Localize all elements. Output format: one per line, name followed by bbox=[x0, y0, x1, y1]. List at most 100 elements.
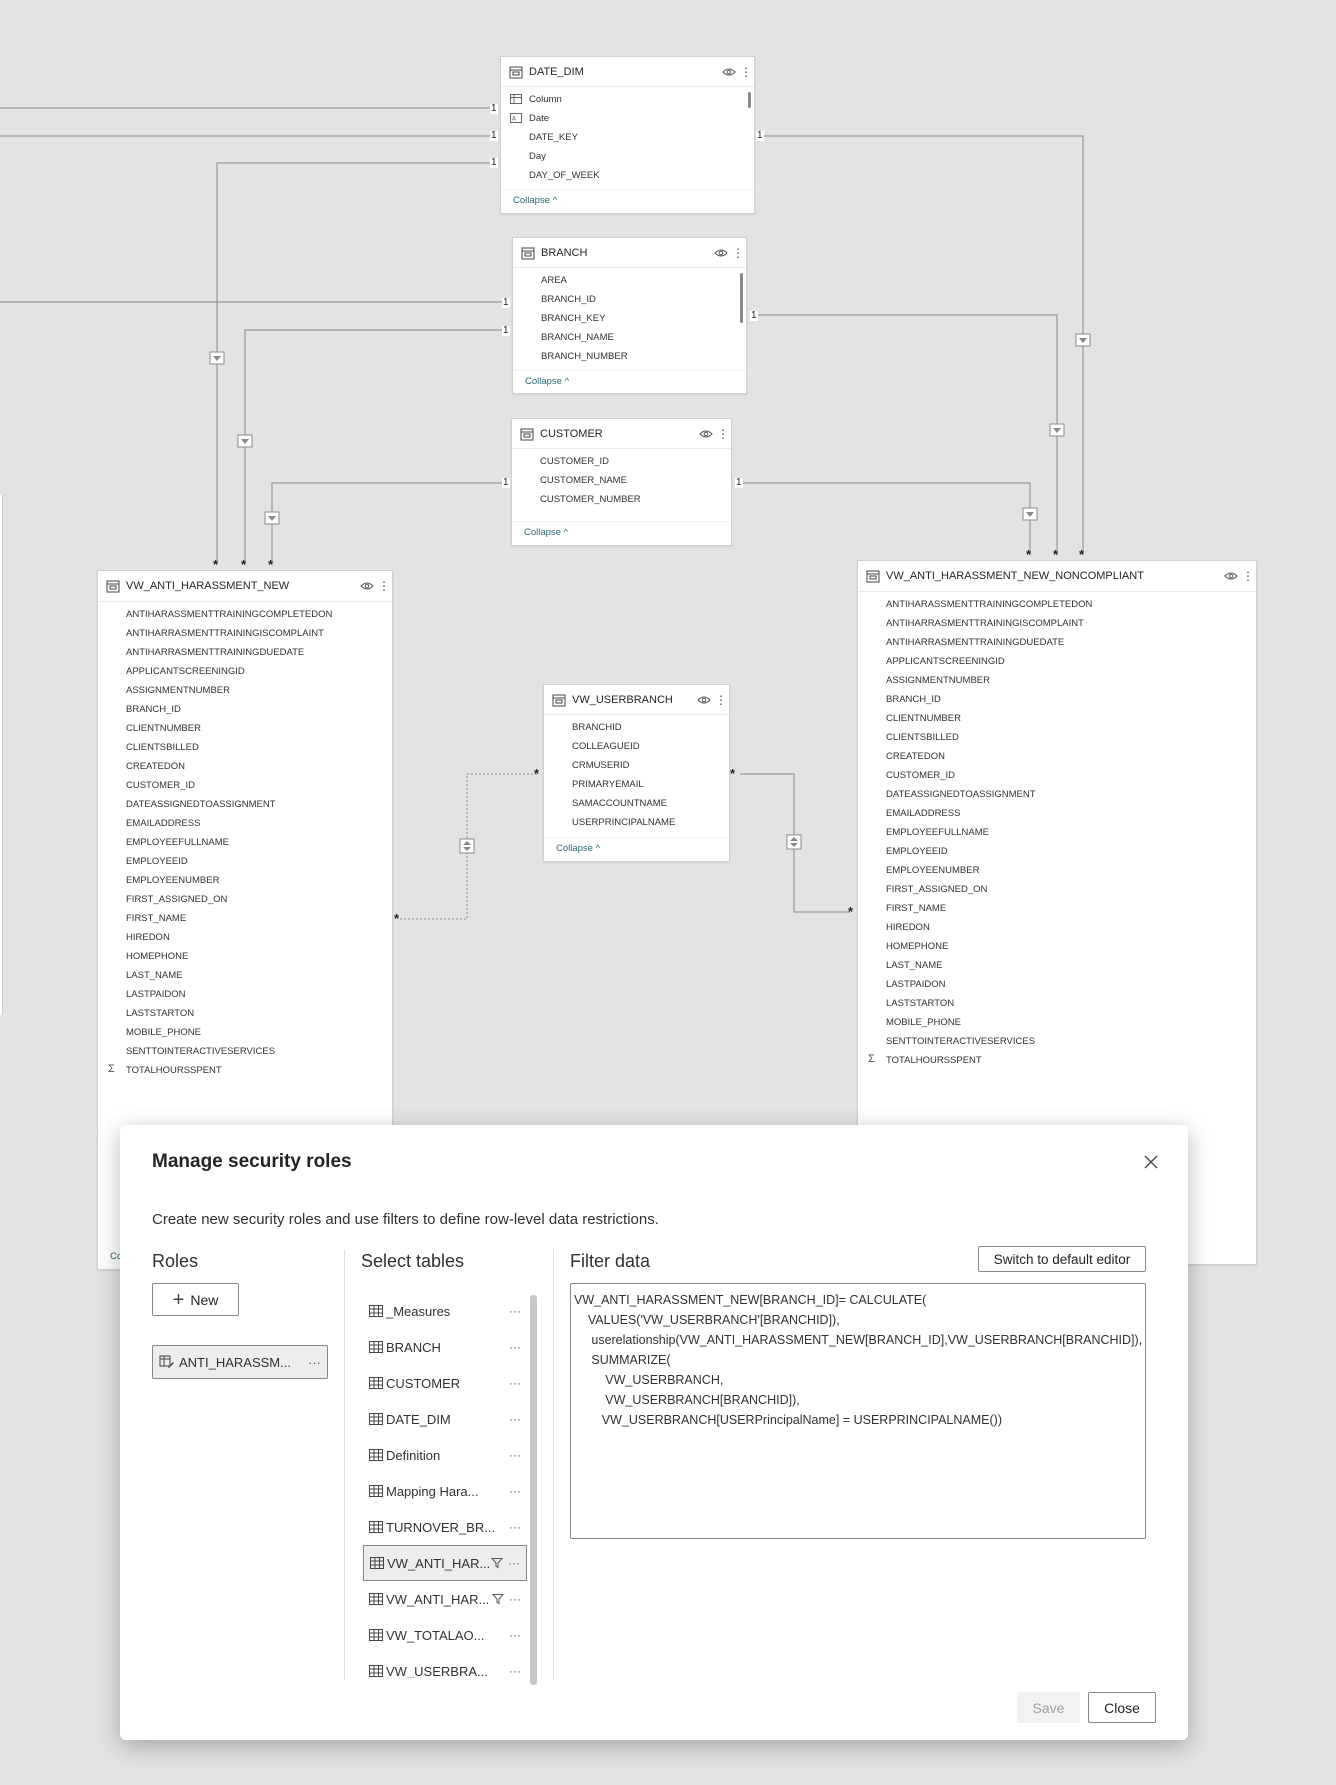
more-options-icon[interactable]: ··· bbox=[507, 1628, 521, 1642]
field-item[interactable]: BRANCH_KEY bbox=[513, 309, 746, 328]
field-item[interactable]: MOBILE_PHONE bbox=[858, 1013, 1256, 1032]
field-item[interactable]: CUSTOMER_NAME bbox=[512, 471, 731, 490]
field-item[interactable]: COLLEAGUEID bbox=[544, 737, 729, 756]
table-card-header[interactable]: BRANCH ⋮ bbox=[513, 238, 746, 268]
field-item[interactable]: EMPLOYEEFULLNAME bbox=[858, 823, 1256, 842]
field-item[interactable]: LASTSTARTON bbox=[98, 1004, 392, 1023]
table-card-header[interactable]: CUSTOMER ⋮ bbox=[512, 419, 731, 449]
field-item[interactable]: BRANCH_NAME bbox=[513, 328, 746, 347]
field-item[interactable]: ANTIHARASSMENTTRAININGCOMPLETEDON bbox=[858, 595, 1256, 614]
field-item[interactable]: BRANCH_ID bbox=[513, 290, 746, 309]
field-item[interactable]: FIRST_ASSIGNED_ON bbox=[98, 890, 392, 909]
switch-to-default-editor-button[interactable]: Switch to default editor bbox=[978, 1246, 1146, 1272]
more-options-icon[interactable]: ⋮ bbox=[717, 428, 729, 440]
field-item[interactable]: EMPLOYEEID bbox=[858, 842, 1256, 861]
close-icon[interactable] bbox=[1142, 1153, 1160, 1171]
field-item[interactable]: Σ TOTALHOURSSPENT bbox=[858, 1051, 1256, 1070]
field-item[interactable]: ANTIHARRASMENTTRAININGDUEDATE bbox=[858, 633, 1256, 652]
table-card-date-dim[interactable]: DATE_DIM ⋮ Column A Date DATE_KEY Day DA… bbox=[500, 56, 755, 214]
field-item[interactable]: HIREDON bbox=[98, 928, 392, 947]
field-item[interactable]: EMPLOYEENUMBER bbox=[858, 861, 1256, 880]
field-item[interactable]: SAMACCOUNTNAME bbox=[544, 794, 729, 813]
table-list-item[interactable]: Mapping Hara... ··· bbox=[363, 1473, 527, 1509]
more-options-icon[interactable]: ··· bbox=[507, 1412, 521, 1426]
collapse-link[interactable]: Collapse ^ bbox=[544, 837, 729, 859]
more-options-icon[interactable]: ··· bbox=[507, 1304, 521, 1318]
more-options-icon[interactable]: ⋮ bbox=[732, 247, 744, 259]
scrollbar[interactable] bbox=[530, 1295, 537, 1685]
collapse-link[interactable]: Collapse ^ bbox=[512, 521, 731, 543]
visibility-icon[interactable] bbox=[697, 695, 711, 705]
visibility-icon[interactable] bbox=[722, 67, 736, 77]
field-item[interactable]: FIRST_ASSIGNED_ON bbox=[858, 880, 1256, 899]
table-card-customer[interactable]: CUSTOMER ⋮ CUSTOMER_ID CUSTOMER_NAME CUS… bbox=[511, 418, 732, 546]
field-item[interactable]: FIRST_NAME bbox=[858, 899, 1256, 918]
field-item[interactable]: ASSIGNMENTNUMBER bbox=[858, 671, 1256, 690]
field-item[interactable]: EMAILADDRESS bbox=[98, 814, 392, 833]
more-options-icon[interactable]: ··· bbox=[507, 1448, 521, 1462]
more-options-icon[interactable]: ⋮ bbox=[1242, 570, 1254, 582]
model-canvas[interactable]: DATE_DIM ⋮ Column A Date DATE_KEY Day DA… bbox=[0, 0, 1336, 1785]
field-item[interactable]: ANTIHARRASMENTTRAININGDUEDATE bbox=[98, 643, 392, 662]
table-list-item[interactable]: VW_ANTI_HAR... ··· bbox=[363, 1581, 527, 1617]
more-options-icon[interactable]: ··· bbox=[507, 1340, 521, 1354]
field-item[interactable]: Σ TOTALHOURSSPENT bbox=[98, 1061, 392, 1080]
more-options-icon[interactable]: ··· bbox=[308, 1355, 321, 1370]
field-item[interactable]: HOMEPHONE bbox=[858, 937, 1256, 956]
field-item[interactable]: CREATEDON bbox=[98, 757, 392, 776]
visibility-icon[interactable] bbox=[360, 581, 374, 591]
more-options-icon[interactable]: ··· bbox=[507, 1592, 521, 1606]
collapse-link[interactable]: Collapse ^ bbox=[513, 370, 746, 392]
field-item[interactable]: HIREDON bbox=[858, 918, 1256, 937]
table-list-item[interactable]: DATE_DIM ··· bbox=[363, 1401, 527, 1437]
table-list-item[interactable]: VW_USERBRA... ··· bbox=[363, 1653, 527, 1678]
field-item[interactable]: ASSIGNMENTNUMBER bbox=[98, 681, 392, 700]
more-options-icon[interactable]: ··· bbox=[507, 1520, 521, 1534]
field-item[interactable]: CUSTOMER_ID bbox=[512, 452, 731, 471]
field-item[interactable]: CLIENTSBILLED bbox=[858, 728, 1256, 747]
field-item[interactable]: BRANCH_NUMBER bbox=[513, 347, 746, 366]
field-item[interactable]: HOMEPHONE bbox=[98, 947, 392, 966]
field-item[interactable]: BRANCH_ID bbox=[98, 700, 392, 719]
field-item[interactable]: CREATEDON bbox=[858, 747, 1256, 766]
field-item[interactable]: LASTPAIDON bbox=[98, 985, 392, 1004]
field-item[interactable]: CLIENTNUMBER bbox=[98, 719, 392, 738]
close-button[interactable]: Close bbox=[1088, 1692, 1156, 1723]
field-item[interactable]: A Date bbox=[501, 109, 754, 128]
field-item[interactable]: EMPLOYEEID bbox=[98, 852, 392, 871]
table-list-item[interactable]: TURNOVER_BR... ··· bbox=[363, 1509, 527, 1545]
scrollbar[interactable] bbox=[748, 92, 751, 108]
table-list-item[interactable]: Definition ··· bbox=[363, 1437, 527, 1473]
field-item[interactable]: DATEASSIGNEDTOASSIGNMENT bbox=[858, 785, 1256, 804]
field-item[interactable]: ANTIHARRASMENTTRAININGISCOMPLAINT bbox=[858, 614, 1256, 633]
table-card-header[interactable]: VW_USERBRANCH ⋮ bbox=[544, 685, 729, 715]
more-options-icon[interactable]: ··· bbox=[506, 1556, 520, 1570]
field-item[interactable]: ANTIHARRASMENTTRAININGISCOMPLAINT bbox=[98, 624, 392, 643]
field-item[interactable]: APPLICANTSCREENINGID bbox=[98, 662, 392, 681]
field-item[interactable]: MOBILE_PHONE bbox=[98, 1023, 392, 1042]
more-options-icon[interactable]: ⋮ bbox=[715, 694, 727, 706]
table-card-branch[interactable]: BRANCH ⋮ AREA BRANCH_ID BRANCH_KEY BRANC… bbox=[512, 237, 747, 394]
table-card-header[interactable]: VW_ANTI_HARASSMENT_NEW_NONCOMPLIANT ⋮ bbox=[858, 561, 1256, 592]
field-item[interactable]: LAST_NAME bbox=[98, 966, 392, 985]
visibility-icon[interactable] bbox=[1224, 571, 1238, 581]
field-item[interactable]: USERPRINCIPALNAME bbox=[544, 813, 729, 832]
field-item[interactable]: ANTIHARASSMENTTRAININGCOMPLETEDON bbox=[98, 605, 392, 624]
field-item[interactable]: AREA bbox=[513, 271, 746, 290]
field-item[interactable]: LAST_NAME bbox=[858, 956, 1256, 975]
more-options-icon[interactable]: ⋮ bbox=[378, 580, 390, 592]
more-options-icon[interactable]: ⋮ bbox=[740, 66, 752, 78]
field-item[interactable]: BRANCHID bbox=[544, 718, 729, 737]
more-options-icon[interactable]: ··· bbox=[507, 1376, 521, 1390]
field-item[interactable]: Day bbox=[501, 147, 754, 166]
collapse-link[interactable]: Collapse ^ bbox=[501, 189, 754, 211]
dax-filter-editor[interactable]: VW_ANTI_HARASSMENT_NEW[BRANCH_ID]= CALCU… bbox=[570, 1283, 1146, 1539]
field-item[interactable]: CRMUSERID bbox=[544, 756, 729, 775]
field-item[interactable]: FIRST_NAME bbox=[98, 909, 392, 928]
new-role-button[interactable]: + New bbox=[152, 1283, 239, 1316]
more-options-icon[interactable]: ··· bbox=[507, 1664, 521, 1678]
field-item[interactable]: EMPLOYEENUMBER bbox=[98, 871, 392, 890]
field-item[interactable]: CUSTOMER_ID bbox=[858, 766, 1256, 785]
scrollbar[interactable] bbox=[740, 273, 743, 323]
field-item[interactable]: PRIMARYEMAIL bbox=[544, 775, 729, 794]
